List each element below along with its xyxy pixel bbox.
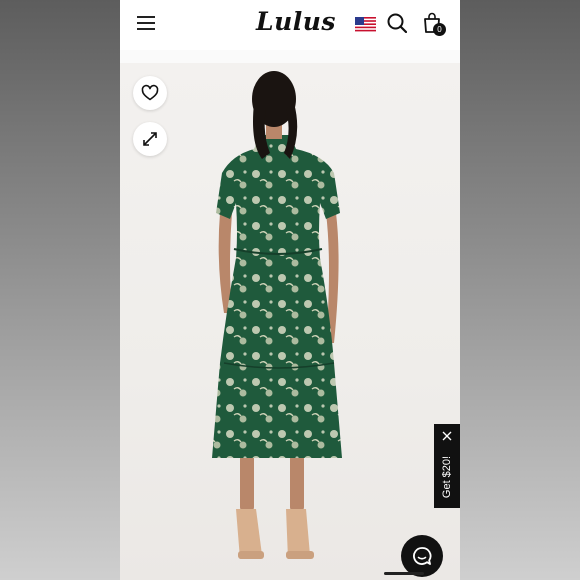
expand-icon [143,132,157,146]
background-right [460,0,580,580]
site-header: Lulus 0 [120,0,460,51]
chat-button[interactable] [401,535,443,577]
chat-bubble-icon [413,547,432,565]
heart-icon [141,84,159,101]
expand-image-button[interactable] [133,122,167,156]
home-indicator [384,572,424,575]
header-spacer [120,50,460,63]
background-left [0,0,120,580]
brand-logo[interactable]: Lulus [256,7,336,36]
cart-count-badge: 0 [433,23,446,36]
mobile-screen: Lulus 0 Get $20! [120,0,460,580]
us-flag-icon[interactable] [355,17,376,32]
wishlist-button[interactable] [133,76,167,110]
search-icon[interactable] [387,13,407,33]
hamburger-menu-icon[interactable] [137,15,155,31]
dress-model-illustration [212,71,342,559]
promo-text[interactable]: Get $20! [440,444,454,510]
close-icon[interactable] [442,431,452,441]
promo-tab[interactable]: Get $20! [434,424,460,508]
